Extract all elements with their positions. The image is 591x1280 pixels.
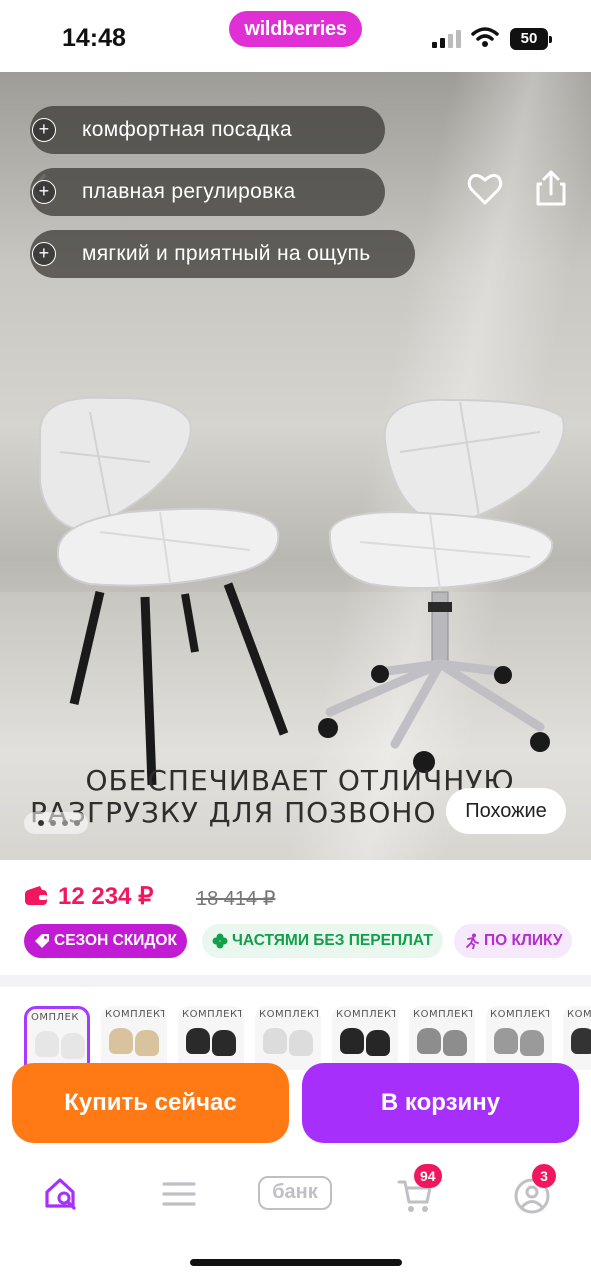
feature-label: мягкий и приятный на ощупь (82, 242, 371, 265)
heart-icon[interactable] (466, 170, 504, 208)
profile-notification-badge: 3 (532, 1164, 556, 1188)
thumbnail-chair-image (109, 1028, 133, 1054)
thumbnail-chair-image (443, 1030, 467, 1056)
home-indicator (190, 1259, 402, 1266)
plus-icon: + (32, 180, 56, 204)
variant-thumbnail[interactable]: КОМПЛЕКТ (178, 1006, 244, 1070)
product-image-carousel[interactable]: + комфортная посадка + плавная регулиров… (0, 72, 591, 860)
thumbnail-title: КОМПЛЕКТ (182, 1009, 244, 1020)
status-time: 14:48 (62, 24, 126, 52)
variant-thumbnail[interactable]: КОМПЛЕКТ (486, 1006, 552, 1070)
similar-button[interactable]: Похожие (446, 788, 566, 834)
clover-icon (212, 933, 228, 949)
thumbnail-title: ОМПЛЕК (31, 1012, 79, 1023)
wallet-icon (25, 886, 47, 905)
thumbnail-chair-image (186, 1028, 210, 1054)
battery-icon: 50 (510, 28, 552, 50)
feature-pill-comfort[interactable]: + комфортная посадка (30, 106, 385, 154)
plus-icon: + (32, 242, 56, 266)
thumbnail-title: КОМПЛЕКТ (259, 1009, 321, 1020)
thumbnail-chair-image (135, 1030, 159, 1056)
buy-now-button[interactable]: Купить сейчас (12, 1063, 289, 1143)
feature-label: плавная регулировка (82, 180, 296, 203)
runner-icon (466, 933, 479, 949)
variant-thumbnail[interactable]: КОМПЛЕКТ (409, 1006, 475, 1070)
badge-installments[interactable]: ЧАСТЯМИ БЕЗ ПЕРЕПЛАТ (202, 924, 443, 958)
thumbnail-chair-image (520, 1030, 544, 1056)
variant-thumbnail[interactable]: ОМПЛЕК (24, 1006, 90, 1070)
thumbnail-chair-image (35, 1031, 59, 1057)
variant-thumbnail[interactable]: КОМПЛЕКТ (255, 1006, 321, 1070)
thumbnail-chair-image (263, 1028, 287, 1054)
tag-icon (35, 934, 49, 948)
product-photo-chairs (39, 396, 565, 786)
nav-profile[interactable]: 3 (510, 1164, 570, 1220)
carousel-dots (24, 812, 88, 834)
feature-label: комфортная посадка (82, 118, 293, 141)
share-icon[interactable] (532, 168, 570, 208)
thumbnail-title: КОМПЛЕКТ (490, 1009, 552, 1020)
cart-count-badge: 94 (414, 1164, 442, 1188)
add-to-cart-button[interactable]: В корзину (302, 1063, 579, 1143)
thumbnail-title: КОМ (567, 1009, 591, 1020)
cellular-signal-icon (432, 30, 464, 48)
status-bar: 14:48 wildberries 50 (0, 0, 591, 72)
thumbnail-title: КОМПЛЕКТ (336, 1009, 398, 1020)
thumbnail-chair-image (289, 1030, 313, 1056)
home-search-icon (45, 1178, 76, 1210)
badge-one-click[interactable]: ПО КЛИКУ (454, 924, 573, 958)
thumbnail-chair-image (494, 1028, 518, 1054)
badge-season-sale[interactable]: СЕЗОН СКИДОК (24, 924, 187, 958)
nav-catalog[interactable] (150, 1170, 210, 1220)
thumbnail-chair-image (417, 1028, 441, 1054)
thumbnail-chair-image (61, 1033, 85, 1059)
thumbnail-title: КОМПЛЕКТ (105, 1009, 167, 1020)
wildberries-logo[interactable]: wildberries (229, 11, 362, 47)
nav-bank[interactable]: банк (256, 1170, 336, 1220)
plus-icon: + (32, 118, 56, 142)
nav-home[interactable] (40, 1170, 100, 1220)
section-divider (0, 975, 591, 987)
thumbnail-title: КОМПЛЕКТ (413, 1009, 475, 1020)
variant-thumbnail[interactable]: КОМ (563, 1006, 591, 1070)
old-price: 18 414 ₽ (196, 888, 276, 910)
thumbnail-chair-image (340, 1028, 364, 1054)
badge-label: СЕЗОН СКИДОК (54, 932, 177, 949)
thumbnail-chair-image (366, 1030, 390, 1056)
variant-thumbnail[interactable]: КОМПЛЕКТ (101, 1006, 167, 1070)
feature-pill-adjustment[interactable]: + плавная регулировка (30, 168, 385, 216)
nav-cart[interactable]: 94 (392, 1164, 452, 1220)
wifi-icon (471, 27, 499, 47)
bank-icon: банк (258, 1176, 332, 1210)
feature-pill-soft[interactable]: + мягкий и приятный на ощупь (30, 230, 415, 278)
variant-thumbnails: ОМПЛЕК КОМПЛЕКТ КОМПЛЕКТ КОМПЛЕКТ КОМПЛЕКТ КО… (0, 1000, 591, 1070)
thumbnail-chair-image (212, 1030, 236, 1056)
badge-label: ЧАСТЯМИ БЕЗ ПЕРЕПЛАТ (232, 932, 433, 949)
current-price: 12 234 ₽ (58, 883, 154, 910)
badge-label: ПО КЛИКУ (484, 932, 563, 949)
menu-icon (162, 1182, 196, 1206)
thumbnail-chair-image (571, 1028, 591, 1054)
variant-thumbnail[interactable]: КОМПЛЕКТ (332, 1006, 398, 1070)
